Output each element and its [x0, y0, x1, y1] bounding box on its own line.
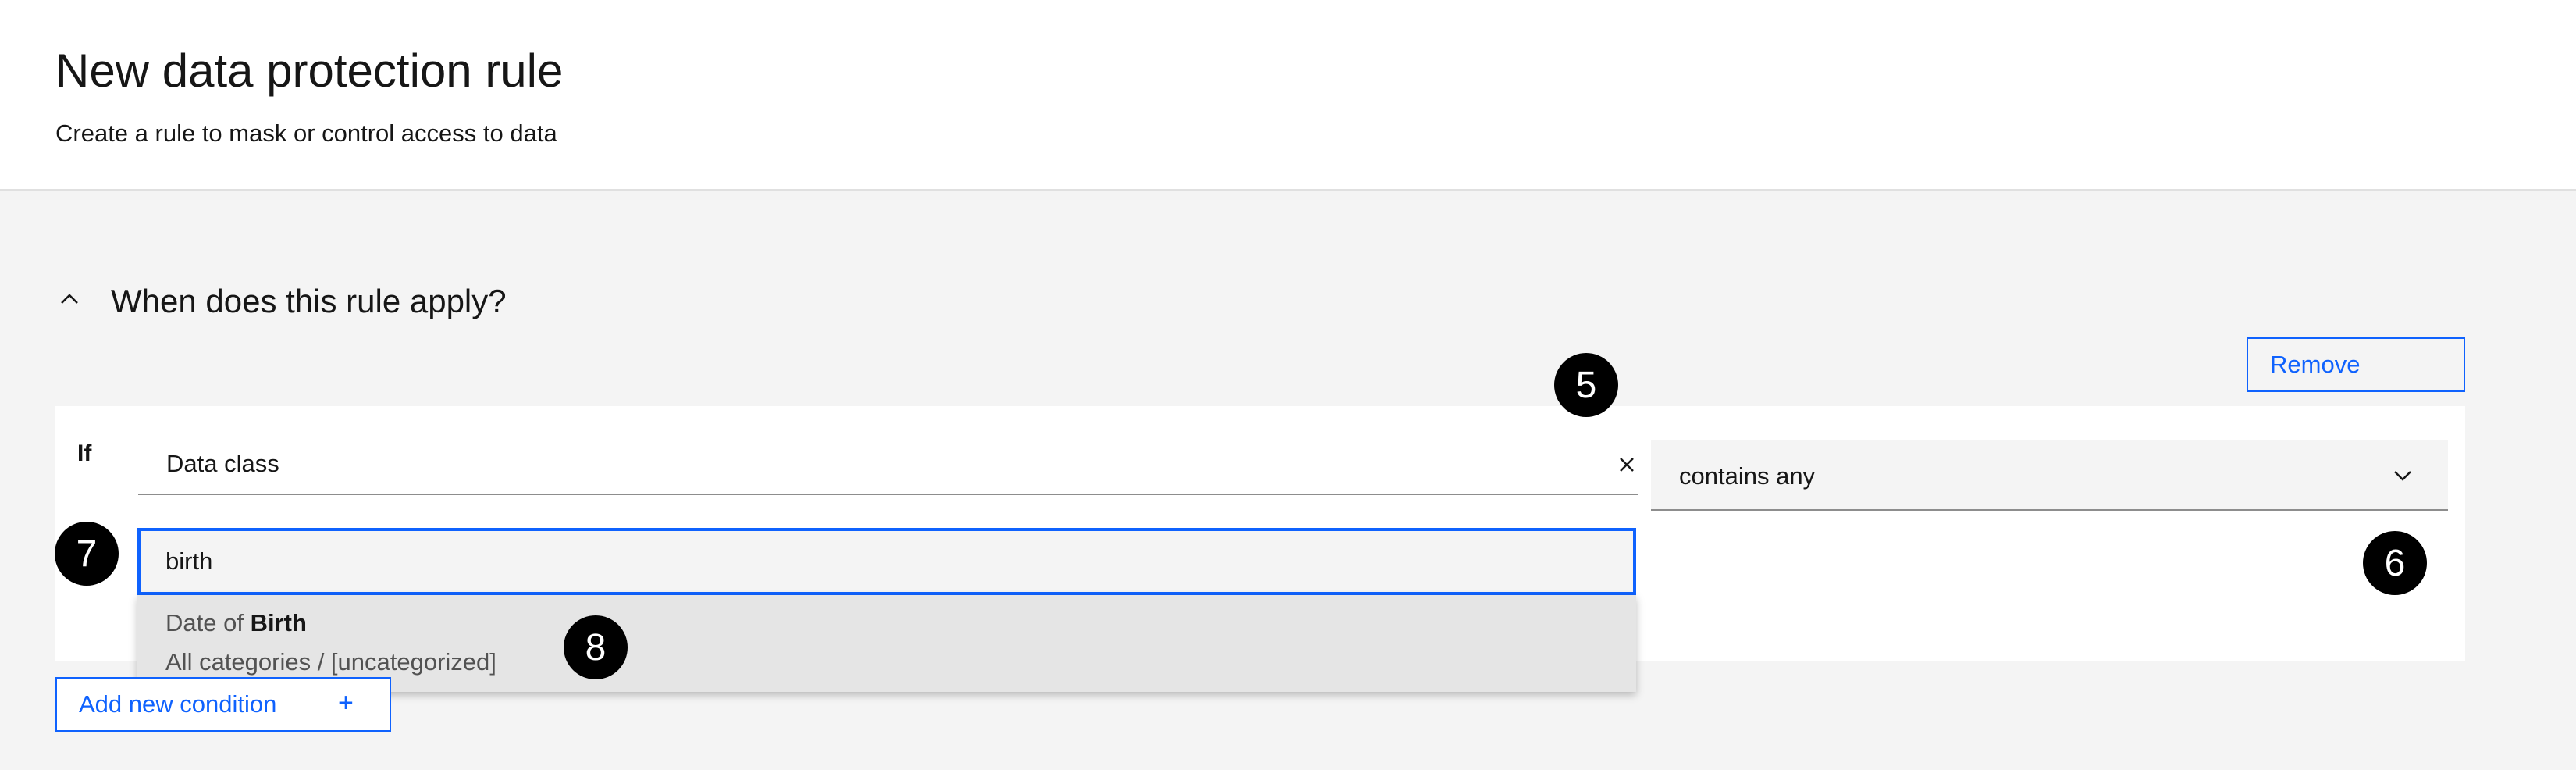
annotation-badge-8: 8	[564, 615, 628, 679]
annotation-badge-5: 5	[1554, 353, 1618, 417]
chevron-down-icon	[2385, 458, 2421, 494]
suggestion-title: Date of Birth	[165, 609, 307, 636]
annotation-badge-6: 6	[2363, 531, 2427, 595]
operator-dropdown-value: contains any	[1679, 462, 1816, 490]
main-content: When does this rule apply? Remove If Dat…	[0, 192, 2576, 770]
clear-selection-icon[interactable]	[1609, 447, 1645, 483]
if-label: If	[77, 440, 92, 466]
remove-button[interactable]: Remove	[2247, 337, 2465, 392]
page-title: New data protection rule	[55, 45, 564, 97]
data-class-search-input[interactable]	[137, 528, 1636, 595]
annotation-badge-7: 7	[55, 522, 119, 586]
page-header: New data protection rule Create a rule t…	[0, 0, 2576, 191]
plus-icon: +	[338, 688, 354, 718]
add-new-condition-button[interactable]: Add new condition +	[55, 677, 391, 732]
operator-dropdown[interactable]: contains any	[1651, 440, 2448, 511]
chevron-up-icon	[61, 294, 78, 304]
data-class-dropdown-value: Data class	[166, 450, 279, 477]
data-class-dropdown[interactable]: Data class	[138, 436, 1678, 495]
section-collapse-toggle[interactable]	[52, 281, 87, 317]
suggestion-path: All categories / [uncategorized]	[165, 648, 496, 676]
add-new-condition-label: Add new condition	[79, 690, 277, 718]
page-subtitle: Create a rule to mask or control access …	[55, 119, 557, 147]
section-title: When does this rule apply?	[111, 283, 507, 319]
